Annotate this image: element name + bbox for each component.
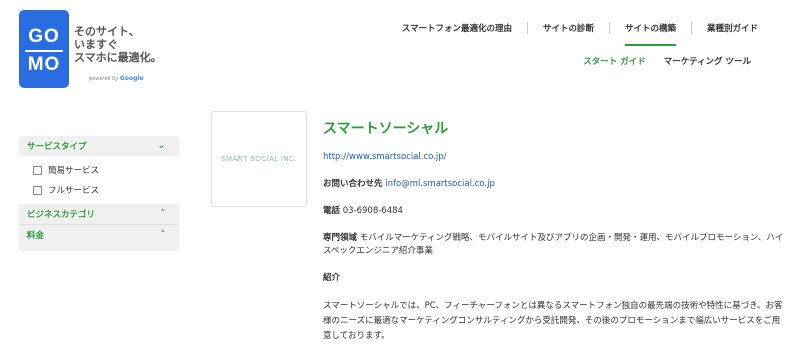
filter-business-category-label: ビジネスカテゴリ	[27, 210, 96, 220]
filter-service-type-options: 簡易サービス フルサービス	[19, 156, 179, 204]
specialty-label: 専門領域	[323, 233, 358, 243]
nav-item-site-build-label: サイトの構築	[624, 24, 676, 34]
company-url-link[interactable]: http://www.smartsocial.co.jp/	[323, 152, 788, 162]
logo-row2: MO	[27, 54, 61, 75]
powered-by-text: powered by	[89, 76, 119, 82]
main-nav: スマートフォン最適化の理由 サイトの診断 サイトの構築 業種別ガイド	[387, 22, 773, 46]
intro-description: スマートソーシャルでは、PC、フィーチャーフォンとは異なるスマートフォン独自の最…	[323, 301, 783, 341]
logo-tagline: そのサイト、 いますぐ スマホに最適化。	[74, 25, 162, 64]
filter-option-simple[interactable]: 簡易サービス	[19, 160, 179, 180]
checkbox[interactable]	[33, 165, 42, 175]
filter-fee-label: 料金	[27, 231, 45, 241]
checkbox[interactable]	[33, 185, 42, 195]
intro-label: 紹介	[323, 273, 341, 283]
phone-value: 03-6908-6484	[342, 206, 403, 216]
nav-item-why-optimize[interactable]: スマートフォン最適化の理由	[387, 22, 528, 34]
filter-option-label: 簡易サービス	[48, 166, 100, 176]
nav-item-industry-guide[interactable]: 業種別ガイド	[692, 22, 773, 34]
intro-heading-row: 紹介	[323, 272, 788, 285]
subnav-start-guide[interactable]: スタート ガイド	[583, 55, 645, 67]
nav-item-site-build[interactable]: サイトの構築	[610, 22, 692, 46]
company-details: スマートソーシャル http://www.smartsocial.co.jp/ …	[323, 118, 788, 344]
logo-divider	[25, 50, 63, 52]
phone-label: 電話	[323, 206, 341, 216]
sub-nav: スタート ガイド マーケティング ツール	[565, 55, 751, 67]
chevron-up-icon: ˄	[160, 230, 166, 240]
gomo-logo[interactable]: GO MO そのサイト、 いますぐ スマホに最適化。 powered by Go…	[19, 10, 164, 88]
contact-row: お問い合わせ先 info@ml.smartsocial.co.jp	[323, 178, 788, 191]
company-logo-text: SMART SOCIAL INC.	[220, 155, 298, 163]
nav-item-site-diagnosis[interactable]: サイトの診断	[528, 22, 610, 34]
chevron-down-icon: ⌄	[157, 141, 165, 151]
logo-row1: GO	[28, 26, 60, 47]
specialty-value: モバイルマーケティング戦略、モバイルサイト及びアプリの企画・開発・運用、モバイル…	[323, 233, 784, 256]
subnav-marketing-tools[interactable]: マーケティング ツール	[664, 55, 751, 67]
company-logo-thumbnail[interactable]: SMART SOCIAL INC.	[211, 111, 307, 207]
company-name: スマートソーシャル	[323, 121, 449, 137]
filter-fee-header[interactable]: 料金 ˄	[19, 225, 179, 245]
phone-row: 電話 03-6908-6484	[323, 205, 788, 218]
filter-service-type-label: サービスタイプ	[27, 142, 87, 152]
filter-option-label: フルサービス	[48, 186, 100, 196]
filter-sidebar: サービスタイプ ⌄ 簡易サービス フルサービス ビジネスカテゴリ ˄ 料金 ˄	[19, 136, 179, 251]
contact-email-link[interactable]: info@ml.smartsocial.co.jp	[385, 179, 495, 189]
logo-powered-by: powered by Google	[89, 75, 144, 82]
chevron-up-icon: ˄	[160, 209, 166, 219]
filter-option-full[interactable]: フルサービス	[19, 180, 179, 200]
logo-mark: GO MO	[19, 10, 69, 88]
active-underline	[624, 44, 676, 46]
contact-label: お問い合わせ先	[323, 179, 383, 189]
filter-business-category-header[interactable]: ビジネスカテゴリ ˄	[19, 204, 179, 224]
specialty-row: 専門領域 モバイルマーケティング戦略、モバイルサイト及びアプリの企画・開発・運用…	[323, 232, 788, 258]
google-brand: Google	[119, 75, 144, 82]
filter-service-type-header[interactable]: サービスタイプ ⌄	[19, 136, 179, 156]
